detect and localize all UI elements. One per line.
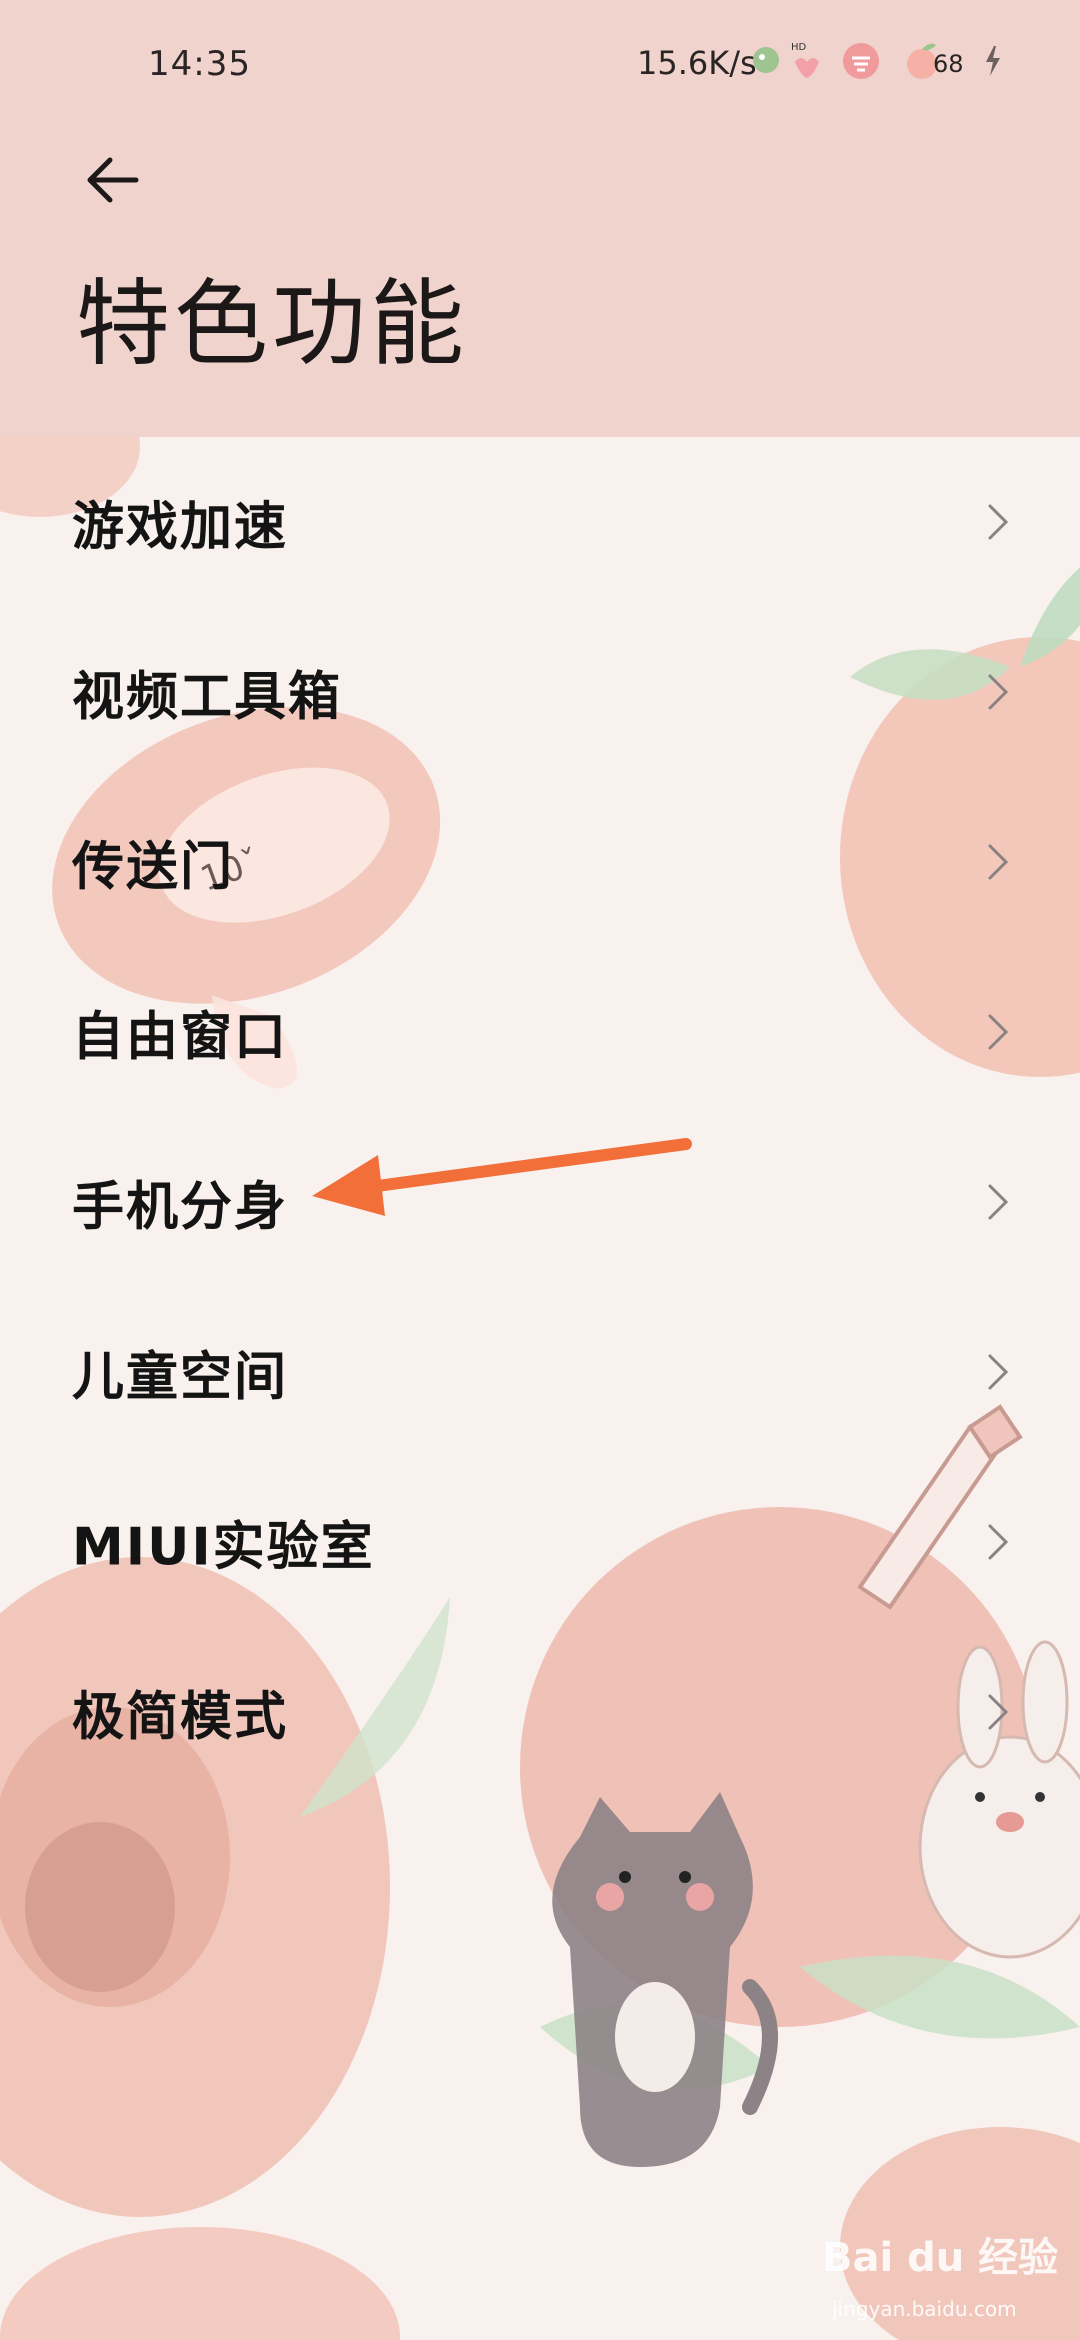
list-item-label: 自由窗口 [72, 1007, 289, 1068]
battery-level: 68 [933, 50, 964, 78]
chevron-right-icon [988, 1694, 1009, 1730]
chevron-right-icon [988, 1184, 1009, 1220]
page-title: 特色功能 [76, 270, 469, 379]
charging-icon [986, 46, 1000, 76]
chevron-right-icon [988, 504, 1009, 540]
list-item-floating-windows[interactable]: 自由窗口 [0, 947, 1080, 1117]
feature-list: 游戏加速 视频工具箱 传送门 自由窗口 手机分身 儿童空间 MIUI实验室 极简… [0, 437, 1080, 1797]
svg-text:HD: HD [791, 42, 807, 53]
list-item-label: MIUI实验室 [72, 1517, 375, 1578]
network-speed: 15.6K/s [637, 44, 757, 82]
list-item-label: 儿童空间 [72, 1347, 289, 1408]
list-item-video-toolbox[interactable]: 视频工具箱 [0, 607, 1080, 777]
app-header: 14:35 15.6K/s HD 68 特色功能 [0, 0, 1080, 437]
chevron-right-icon [988, 1354, 1009, 1390]
list-item-label: 极简模式 [72, 1687, 289, 1748]
list-item-miui-lab[interactable]: MIUI实验室 [0, 1457, 1080, 1627]
status-time: 14:35 [148, 44, 251, 84]
list-item-minimal-mode[interactable]: 极简模式 [0, 1627, 1080, 1797]
list-item-label: 游戏加速 [72, 497, 289, 558]
list-item-game-boost[interactable]: 游戏加速 [0, 437, 1080, 607]
chevron-right-icon [988, 1014, 1009, 1050]
chevron-right-icon [988, 1524, 1009, 1560]
wifi-icon [843, 43, 879, 79]
status-icons: HD 68 [745, 40, 1010, 88]
chevron-right-icon [988, 844, 1009, 880]
list-item-label: 传送门 [72, 837, 235, 898]
list-item-second-space[interactable]: 手机分身 [0, 1117, 1080, 1287]
chevron-right-icon [988, 674, 1009, 710]
hd-signal-icon: HD [791, 42, 819, 78]
baidu-watermark: Bai du 经验 jingyan.baidu.com [822, 2225, 1062, 2335]
list-item-label: 手机分身 [72, 1177, 289, 1238]
list-item-kids-space[interactable]: 儿童空间 [0, 1287, 1080, 1457]
status-bar: 14:35 15.6K/s HD 68 [0, 0, 1080, 130]
list-item-label: 视频工具箱 [72, 667, 343, 728]
signal-icon [753, 47, 779, 73]
watermark-url: jingyan.baidu.com [832, 2297, 1017, 2321]
list-item-portal[interactable]: 传送门 [0, 777, 1080, 947]
watermark-logo: Bai du 经验 [822, 2235, 1059, 2281]
back-arrow-icon[interactable] [76, 140, 156, 220]
